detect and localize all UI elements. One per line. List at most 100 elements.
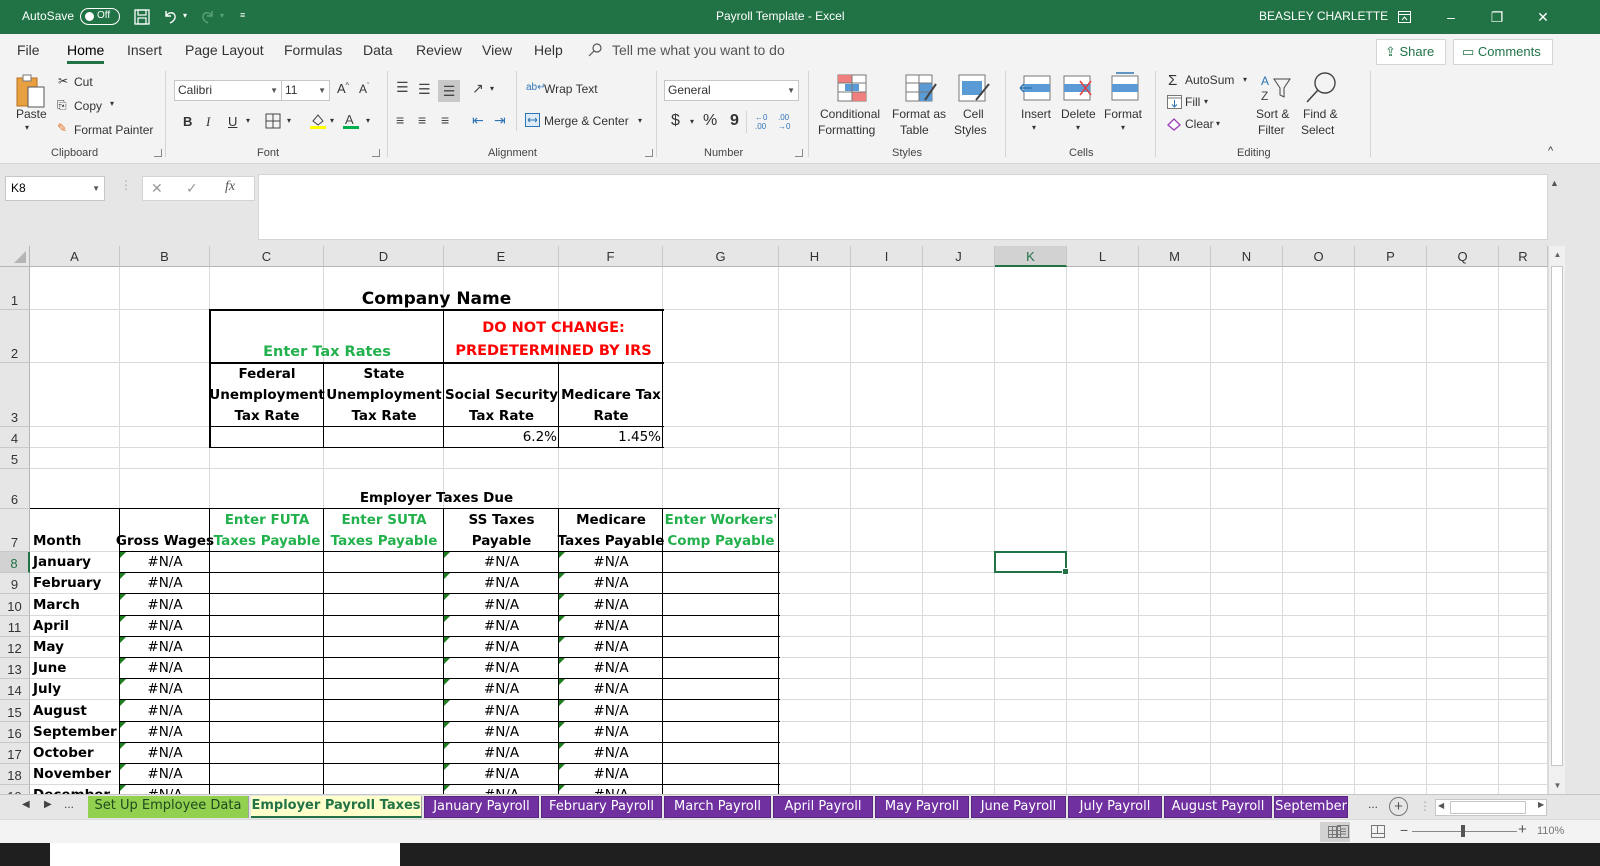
column-header-c[interactable]: C <box>210 246 324 267</box>
wrap-text-button[interactable]: Wrap Text <box>544 82 598 96</box>
workers-comp-cell[interactable] <box>663 594 779 616</box>
column-header-l[interactable]: L <box>1067 246 1139 267</box>
cancel-formula-button[interactable]: ✕ <box>151 180 163 197</box>
paste-dropdown-icon[interactable]: ▾ <box>25 123 29 132</box>
ss-taxes-cell[interactable]: #N/A <box>444 700 559 722</box>
row-header-5[interactable]: 5 <box>0 448 30 469</box>
ribbon-display-options-icon[interactable] <box>1398 11 1411 23</box>
suta-cell[interactable] <box>324 743 444 764</box>
row-header-11[interactable]: 11 <box>0 616 30 637</box>
comments-button[interactable]: ▭ Comments <box>1453 39 1553 65</box>
error-indicator-icon[interactable] <box>120 594 126 600</box>
futa-cell[interactable] <box>210 743 324 764</box>
error-indicator-icon[interactable] <box>120 764 126 770</box>
error-indicator-icon[interactable] <box>559 722 565 728</box>
workers-comp-cell[interactable] <box>663 764 779 785</box>
gross-wages-cell[interactable]: #N/A <box>120 700 210 722</box>
ss-taxes-cell[interactable]: #N/A <box>444 637 559 658</box>
sheet-tab-april-payroll[interactable]: April Payroll <box>773 796 873 818</box>
error-indicator-icon[interactable] <box>559 700 565 706</box>
paste-button[interactable]: Paste <box>16 107 47 121</box>
month-cell[interactable]: June <box>30 658 120 679</box>
column-header-k[interactable]: K <box>995 246 1067 267</box>
orientation-icon[interactable]: ↗ <box>472 80 484 97</box>
month-cell[interactable]: May <box>30 637 120 658</box>
tab-view[interactable]: View <box>482 42 512 58</box>
font-color-dropdown-icon[interactable]: ▾ <box>366 116 370 125</box>
enter-formula-button[interactable]: ✓ <box>186 180 198 197</box>
suta-header-cell[interactable]: Enter SUTA Taxes Payable <box>324 509 444 552</box>
medicare-rate-cell[interactable]: 1.45% <box>559 427 663 448</box>
suta-cell[interactable] <box>324 722 444 743</box>
format-as-table-button-line2[interactable]: Table <box>900 123 929 137</box>
decrease-font-size-button[interactable]: Aˇ <box>359 82 369 96</box>
error-indicator-icon[interactable] <box>559 573 565 579</box>
month-cell[interactable]: December <box>30 785 120 794</box>
tab-review[interactable]: Review <box>416 42 462 58</box>
page-break-view-icon[interactable] <box>1371 825 1385 839</box>
row-header-15[interactable]: 15 <box>0 700 30 722</box>
error-indicator-icon[interactable] <box>559 679 565 685</box>
error-indicator-icon[interactable] <box>444 785 450 791</box>
conditional-formatting-button[interactable]: Conditional <box>820 107 880 121</box>
more-sheets-right[interactable]: ... <box>1368 797 1378 811</box>
row-header-19[interactable]: 19 <box>0 785 30 794</box>
font-color-icon[interactable]: A <box>342 112 360 130</box>
sheet-tab-june-payroll[interactable]: June Payroll <box>971 796 1066 818</box>
suta-cell[interactable] <box>324 573 444 594</box>
gross-wages-header-cell[interactable]: Gross Wages <box>116 509 214 552</box>
month-cell[interactable]: January <box>30 552 120 573</box>
workers-comp-header-cell[interactable]: Enter Workers' Comp Payable <box>663 509 779 552</box>
column-header-r[interactable]: R <box>1499 246 1548 267</box>
zoom-level[interactable]: 110% <box>1537 825 1564 837</box>
error-indicator-icon[interactable] <box>120 700 126 706</box>
find-select-button-line2[interactable]: Select <box>1301 123 1334 137</box>
row-header-2[interactable]: 2 <box>0 310 30 363</box>
error-indicator-icon[interactable] <box>559 594 565 600</box>
error-indicator-icon[interactable] <box>120 743 126 749</box>
suta-cell[interactable] <box>324 637 444 658</box>
medicare-taxes-cell[interactable]: #N/A <box>559 594 663 616</box>
gross-wages-cell[interactable]: #N/A <box>120 658 210 679</box>
scroll-left-icon[interactable]: ◀ <box>1438 801 1444 810</box>
number-format-combo[interactable]: General ▼ <box>664 80 799 101</box>
increase-decimal-icon[interactable]: ←0.00 <box>755 113 767 131</box>
futa-cell[interactable] <box>210 552 324 573</box>
format-cells-button[interactable]: Format <box>1104 107 1142 121</box>
gross-wages-cell[interactable]: #N/A <box>120 785 210 794</box>
error-indicator-icon[interactable] <box>120 573 126 579</box>
insert-dropdown-icon[interactable]: ▾ <box>1032 123 1036 132</box>
futa-cell[interactable] <box>210 764 324 785</box>
clipboard-launcher-icon[interactable] <box>154 149 162 157</box>
insert-function-button[interactable]: fx <box>225 179 235 195</box>
error-indicator-icon[interactable] <box>120 552 126 558</box>
tab-insert[interactable]: Insert <box>127 42 162 58</box>
formula-bar-grip-icon[interactable]: ⋮ <box>120 178 132 192</box>
suta-cell[interactable] <box>324 679 444 700</box>
error-indicator-icon[interactable] <box>559 785 565 791</box>
ss-taxes-cell[interactable]: #N/A <box>444 594 559 616</box>
format-as-table-button[interactable]: Format as <box>892 107 946 121</box>
autosum-dropdown-icon[interactable]: ▾ <box>1243 75 1247 84</box>
row-header-7[interactable]: 7 <box>0 509 30 552</box>
ss-taxes-cell[interactable]: #N/A <box>444 764 559 785</box>
italic-button[interactable]: I <box>206 114 210 130</box>
ss-taxes-cell[interactable]: #N/A <box>444 722 559 743</box>
align-middle-icon[interactable]: ☰ <box>418 81 431 98</box>
rate-header-cell[interactable]: Federal Unemployment Tax Rate <box>209 363 324 427</box>
medicare-taxes-cell[interactable]: #N/A <box>559 722 663 743</box>
gross-wages-cell[interactable]: #N/A <box>120 637 210 658</box>
month-cell[interactable]: March <box>30 594 120 616</box>
restore-button[interactable]: ❐ <box>1474 0 1520 34</box>
gross-wages-cell[interactable]: #N/A <box>120 722 210 743</box>
row-header-3[interactable]: 3 <box>0 363 30 427</box>
month-header-cell[interactable]: Month <box>30 509 120 552</box>
rate-header-cell[interactable]: State Unemployment Tax Rate <box>324 363 444 427</box>
align-left-icon[interactable]: ≡ <box>396 112 404 128</box>
borders-icon[interactable] <box>265 113 281 129</box>
cut-button[interactable]: Cut <box>74 75 93 89</box>
column-header-p[interactable]: P <box>1355 246 1427 267</box>
error-indicator-icon[interactable] <box>120 616 126 622</box>
cell-styles-button-line2[interactable]: Styles <box>954 123 987 137</box>
selected-cell-k8[interactable] <box>994 551 1069 575</box>
